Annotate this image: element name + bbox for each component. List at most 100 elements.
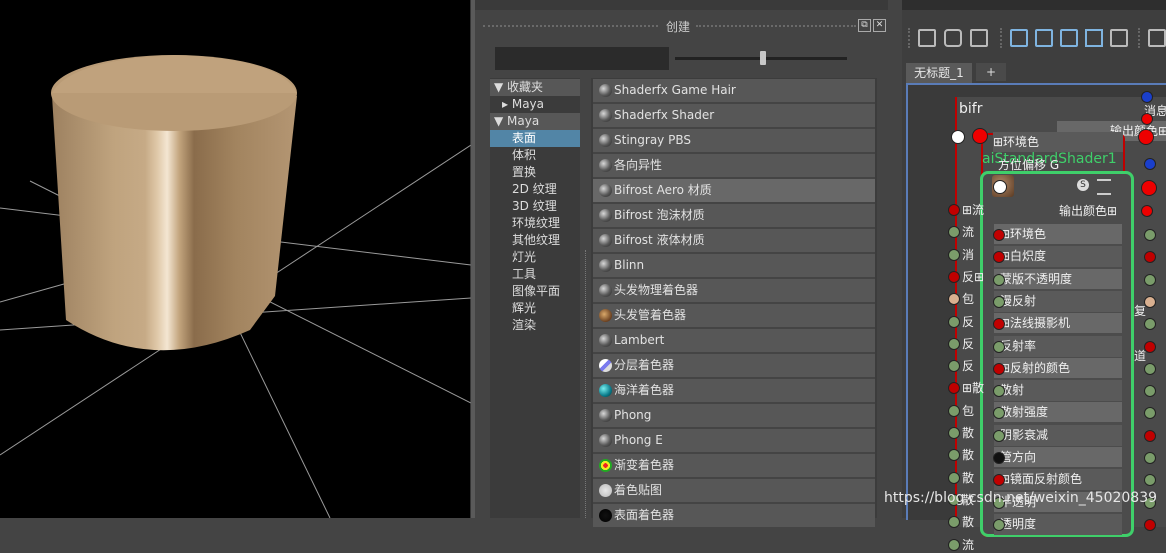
list-splitter[interactable] <box>585 250 587 518</box>
back-node-output-port[interactable] <box>1144 429 1156 442</box>
out-port-blue[interactable] <box>1144 158 1156 170</box>
viewport-3d[interactable] <box>0 0 471 518</box>
back-node-input-port[interactable] <box>948 248 960 261</box>
category-item[interactable]: 体积 <box>490 147 580 164</box>
shader-attribute-row[interactable]: 漫反射 <box>994 290 1122 312</box>
node-graph-canvas[interactable]: bifr 消息 输出颜色⊞ 复 道 aiStandardShader1 方位偏移… <box>906 83 1166 552</box>
shader-item[interactable]: Shaderfx Game Hair <box>593 79 875 104</box>
back-node-input-port[interactable] <box>948 270 960 283</box>
category-item[interactable]: 环境纹理 <box>490 215 580 232</box>
shader-attribute-row[interactable]: ⊞环境色 <box>994 224 1122 244</box>
back-node-input-port[interactable] <box>948 204 960 216</box>
back-node-input-port[interactable] <box>948 337 960 350</box>
category-item[interactable]: ▼ 收藏夹 <box>490 79 580 96</box>
shader-attribute-row[interactable]: 蒙版不透明度 <box>994 268 1122 289</box>
front-node-input-port[interactable] <box>993 180 1007 194</box>
back-node-input-port[interactable] <box>948 404 960 417</box>
shader-item[interactable]: Lambert <box>593 329 875 354</box>
attribute-input-port[interactable] <box>993 452 1005 464</box>
shader-item[interactable]: Blinn <box>593 254 875 279</box>
shader-item[interactable]: 分层着色器 <box>593 354 875 379</box>
attribute-input-port[interactable] <box>993 518 1005 531</box>
back-node-color-port[interactable] <box>972 128 988 144</box>
back-node-output-port[interactable] <box>1144 452 1156 464</box>
back-node-input-port[interactable] <box>948 427 960 439</box>
graph-layout-icon[interactable] <box>1010 29 1028 47</box>
shader-search-input[interactable] <box>495 47 669 70</box>
attribute-input-port[interactable] <box>993 273 1005 286</box>
slider-handle[interactable] <box>760 51 766 65</box>
shader-item[interactable]: Stingray PBS <box>593 129 875 154</box>
back-node-output-port[interactable] <box>1144 295 1156 308</box>
shader-item[interactable]: Bifrost Aero 材质 <box>593 179 875 204</box>
shader-item[interactable]: 头发管着色器 <box>593 304 875 329</box>
category-item[interactable]: 表面 <box>490 130 580 147</box>
message-port[interactable] <box>1141 91 1153 103</box>
category-item[interactable]: 灯光 <box>490 249 580 266</box>
back-node-output-port[interactable] <box>1144 273 1156 286</box>
back-node-output-port[interactable] <box>1144 229 1156 241</box>
shader-type-icon[interactable]: S <box>1077 179 1089 191</box>
attribute-input-port[interactable] <box>993 295 1005 308</box>
back-node-output-port[interactable] <box>1144 518 1156 531</box>
attribute-input-port[interactable] <box>993 385 1005 398</box>
attribute-list-icon[interactable] <box>1097 179 1111 195</box>
back-node-input-port[interactable] <box>948 315 960 328</box>
add-tab-button[interactable]: + <box>976 63 1006 81</box>
shader-attribute-row[interactable]: ⊞镜面反射颜色 <box>994 469 1122 491</box>
back-node-input-port[interactable] <box>948 360 960 373</box>
category-item[interactable]: 工具 <box>490 266 580 283</box>
shader-item[interactable]: 着色贴图 <box>593 479 875 504</box>
shader-item[interactable]: 海洋着色器 <box>593 379 875 404</box>
shader-item[interactable]: 各向异性 <box>593 154 875 179</box>
back-node-output-port[interactable] <box>1144 385 1156 398</box>
shader-attribute-row[interactable]: ⊞白炽度 <box>994 246 1122 268</box>
shader-item[interactable]: Bifrost 液体材质 <box>593 229 875 254</box>
clear-graph-icon[interactable] <box>1085 29 1103 47</box>
grid-icon[interactable] <box>1148 29 1166 47</box>
back-node-output-port[interactable] <box>1144 340 1156 353</box>
float-panel-icon[interactable]: ⧉ <box>858 19 871 32</box>
category-item[interactable]: 3D 纹理 <box>490 198 580 215</box>
remove-selected-icon[interactable] <box>1060 29 1078 47</box>
shader-item[interactable]: Phong <box>593 404 875 429</box>
attribute-input-port[interactable] <box>993 429 1005 442</box>
front-output-port[interactable] <box>1141 180 1157 196</box>
output-color-port[interactable] <box>1141 113 1153 125</box>
shader-item[interactable]: 头发物理着色器 <box>593 279 875 304</box>
category-item[interactable]: ▸ Maya <box>490 96 580 113</box>
rearrange-icon[interactable] <box>1110 29 1128 47</box>
front-output-color-port[interactable] <box>1141 205 1153 217</box>
category-item[interactable]: 其他纹理 <box>490 232 580 249</box>
shader-item[interactable]: 渐变着色器 <box>593 454 875 479</box>
shader-item[interactable]: Shaderfx Shader <box>593 104 875 129</box>
shader-item[interactable]: Bifrost 泡沫材质 <box>593 204 875 229</box>
category-item[interactable]: ▼ Maya <box>490 113 580 130</box>
shader-attribute-row[interactable]: 反射率 <box>994 335 1122 357</box>
cylinder-mesh[interactable] <box>51 55 297 351</box>
add-selected-icon[interactable] <box>1035 29 1053 47</box>
attribute-input-port[interactable] <box>993 340 1005 353</box>
input-output-connections-icon[interactable] <box>944 29 962 47</box>
shader-attribute-row[interactable]: 阴影衰减 <box>994 424 1122 446</box>
shader-attribute-row[interactable]: ⊞法线摄影机 <box>994 313 1122 334</box>
output-connections-icon[interactable] <box>970 29 988 47</box>
back-node-output-port[interactable] <box>1144 362 1156 375</box>
input-connections-icon[interactable] <box>918 29 936 47</box>
shader-attribute-row[interactable]: 管方向 <box>994 447 1122 467</box>
back-node-input-port[interactable] <box>951 130 965 144</box>
category-item[interactable]: 辉光 <box>490 300 580 317</box>
back-node-input-port[interactable] <box>948 471 960 484</box>
shader-item[interactable]: Phong E <box>593 429 875 454</box>
tab-untitled-1[interactable]: 无标题_1 <box>906 63 972 83</box>
output-port-large[interactable] <box>1138 129 1154 145</box>
shader-attribute-row[interactable]: 透明度 <box>994 513 1122 535</box>
category-item[interactable]: 置换 <box>490 164 580 181</box>
shader-attribute-row[interactable]: 散射 <box>994 380 1122 402</box>
category-item[interactable]: 渲染 <box>490 317 580 334</box>
shader-attribute-row[interactable]: ⊞反射的颜色 <box>994 357 1122 378</box>
shader-attribute-row[interactable]: 散射强度 <box>994 402 1122 423</box>
back-node-input-port[interactable] <box>948 538 960 551</box>
attribute-input-port[interactable] <box>993 229 1005 241</box>
close-icon[interactable]: ✕ <box>873 19 886 32</box>
